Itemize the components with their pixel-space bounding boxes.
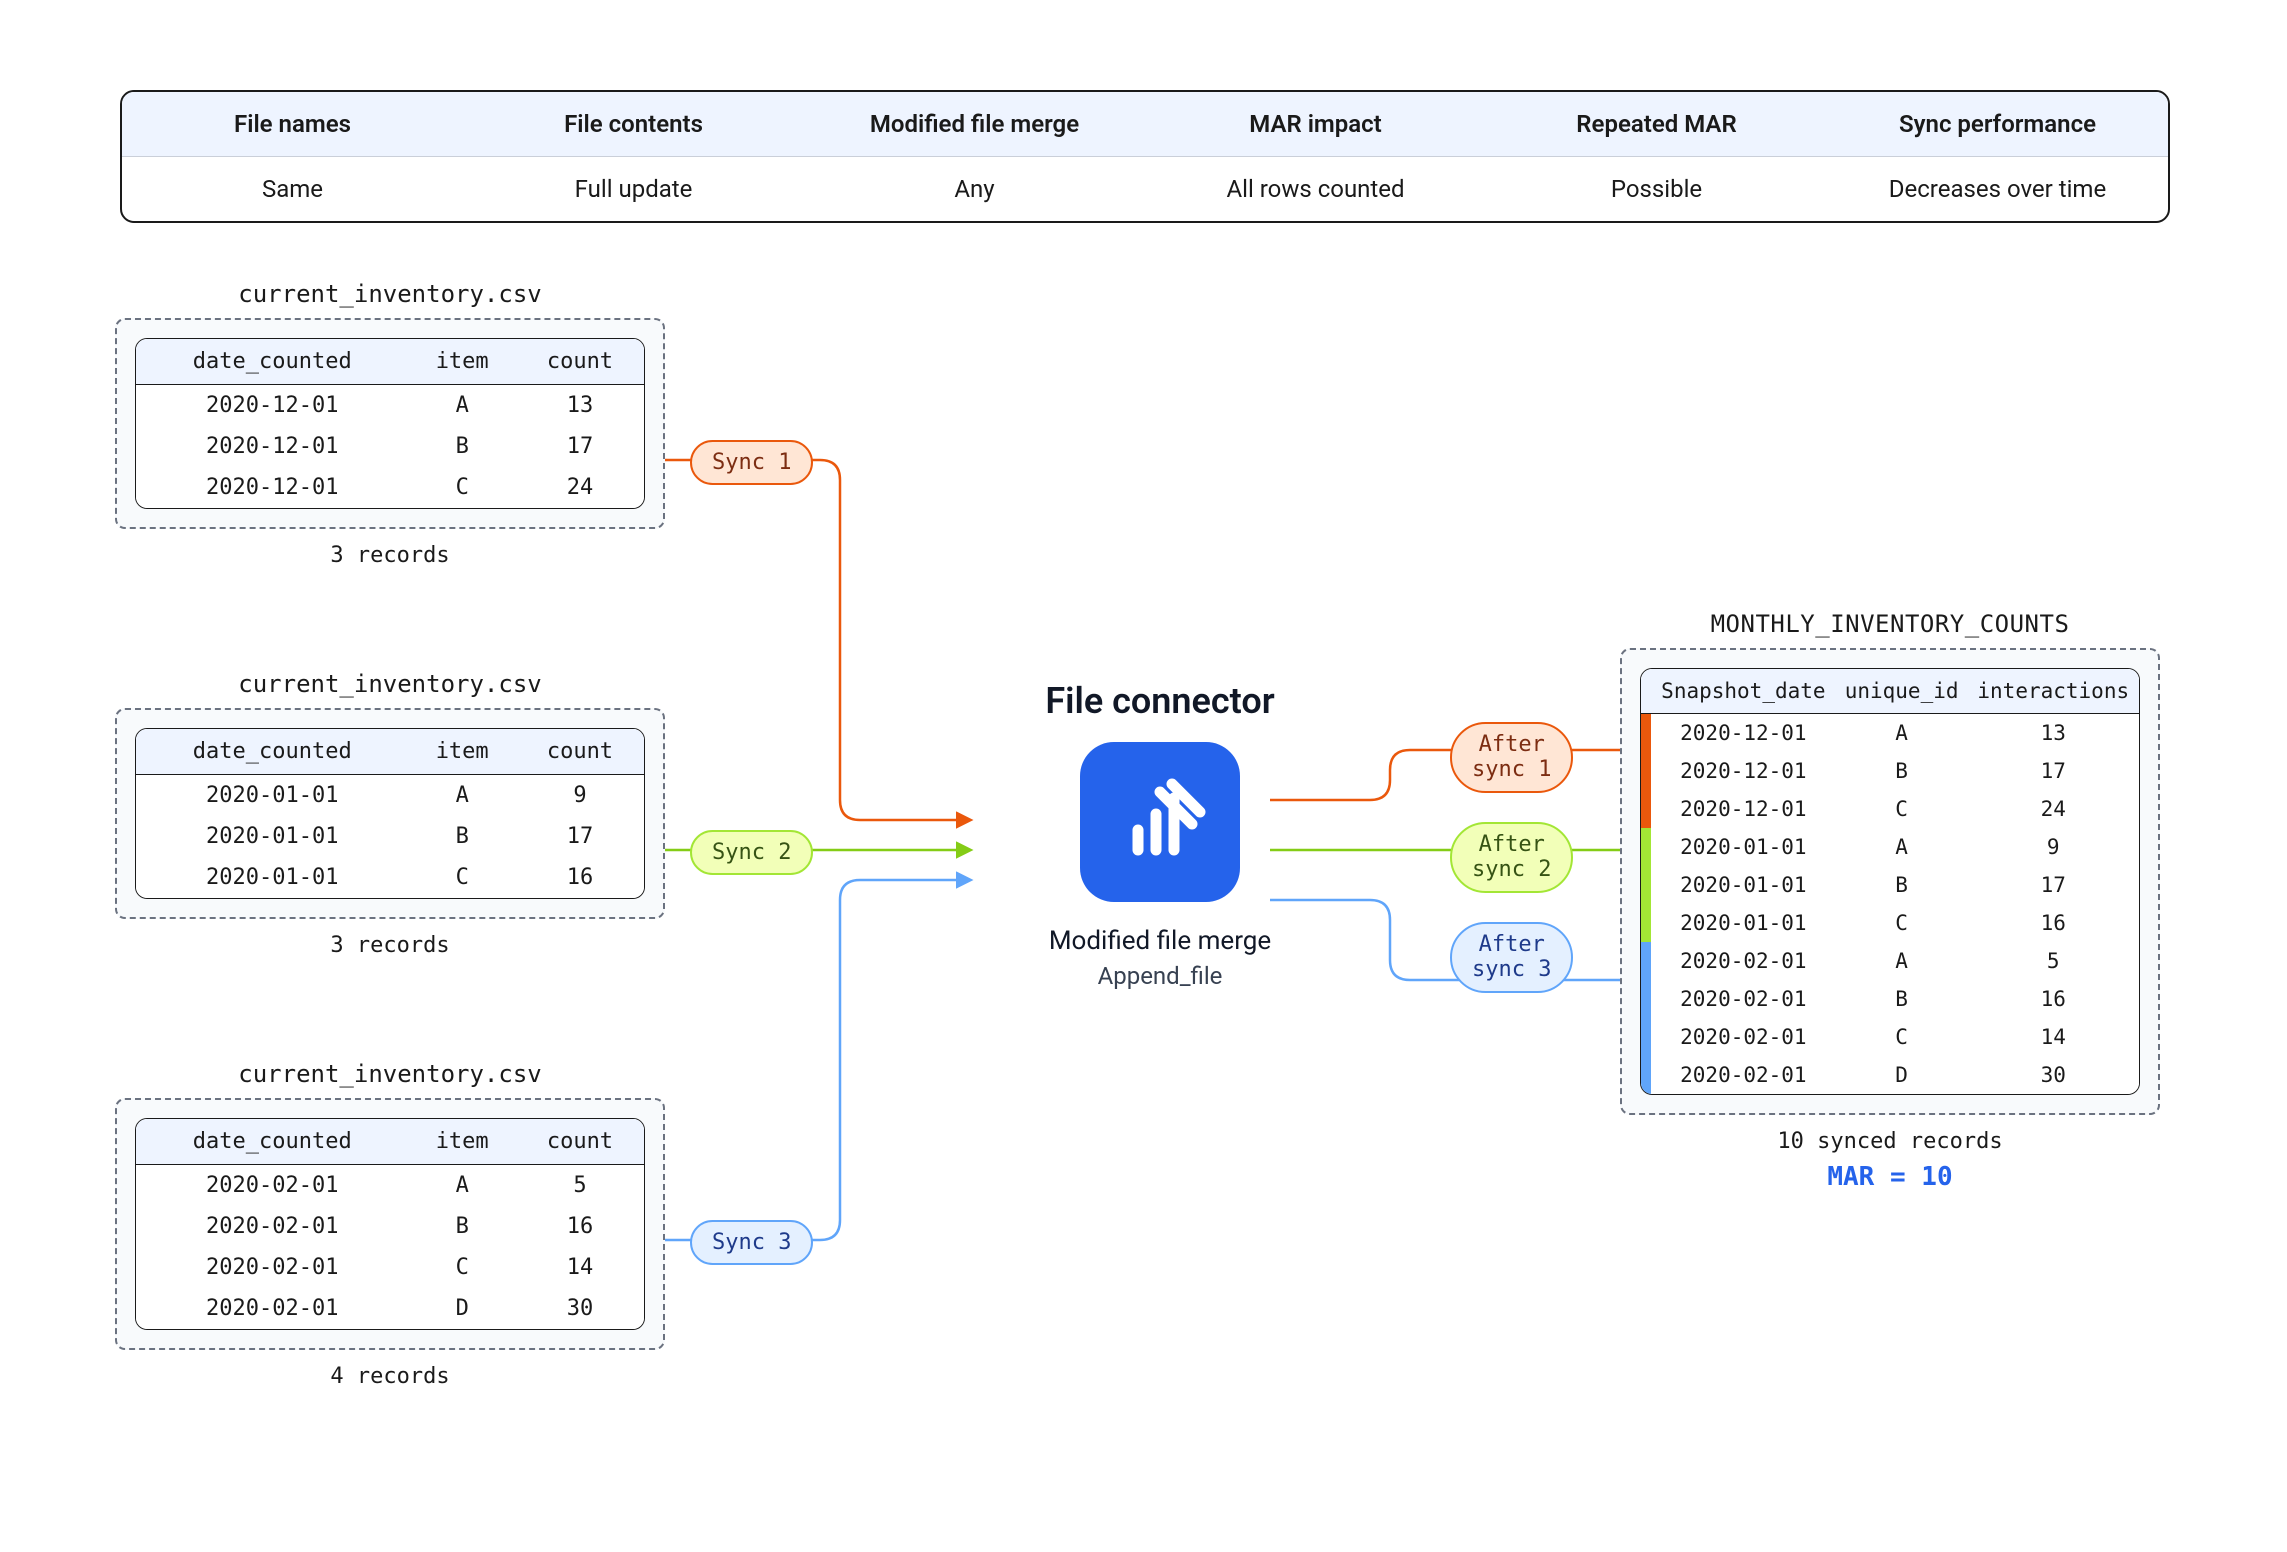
record-count: 3 records bbox=[115, 933, 665, 958]
sync-3-badge: Sync 3 bbox=[690, 1220, 813, 1265]
merge-mode-value: Append_file bbox=[980, 962, 1340, 990]
file-connector: File connector Modified file merge Appen… bbox=[980, 680, 1340, 990]
table-header-row: File names File contents Modified file m… bbox=[122, 92, 2168, 157]
table-row: 2020-12-01B17 bbox=[136, 426, 644, 467]
table-row: 2020-12-01B17 bbox=[1641, 752, 2139, 790]
cell: Same bbox=[122, 157, 463, 221]
output-record-count: 10 synced records bbox=[1620, 1129, 2160, 1154]
table-row: 2020-02-01A5 bbox=[136, 1165, 644, 1207]
filename: current_inventory.csv bbox=[115, 670, 665, 698]
col-header: Modified file merge bbox=[804, 92, 1145, 156]
summary-table: File names File contents Modified file m… bbox=[120, 90, 2170, 223]
table-row: 2020-02-01B16 bbox=[1641, 980, 2139, 1018]
table-row: 2020-02-01D30 bbox=[1641, 1056, 2139, 1094]
merge-mode-label: Modified file merge bbox=[980, 926, 1340, 956]
cell: Full update bbox=[463, 157, 804, 221]
table-row: 2020-02-01B16 bbox=[136, 1206, 644, 1247]
source-table: date_counted item count 2020-01-01A9 202… bbox=[136, 729, 644, 898]
table-row: 2020-02-01A5 bbox=[1641, 942, 2139, 980]
table-row: 2020-12-01C24 bbox=[1641, 790, 2139, 828]
record-count: 4 records bbox=[115, 1364, 665, 1389]
output-title: MONTHLY_INVENTORY_COUNTS bbox=[1620, 610, 2160, 638]
table-row: 2020-12-01C24 bbox=[136, 467, 644, 508]
table-row: 2020-01-01C16 bbox=[136, 857, 644, 898]
output-table: Snapshot_date unique_id interactions 202… bbox=[1641, 669, 2139, 1094]
cell: Possible bbox=[1486, 157, 1827, 221]
mar-value: MAR = 10 bbox=[1620, 1162, 2160, 1192]
table-row: 2020-01-01B17 bbox=[136, 816, 644, 857]
col-header: MAR impact bbox=[1145, 92, 1486, 156]
table-row: 2020-01-01A9 bbox=[136, 775, 644, 817]
output-table-card: MONTHLY_INVENTORY_COUNTS Snapshot_date u… bbox=[1620, 610, 2160, 1192]
table-row: 2020-12-01A13 bbox=[136, 385, 644, 427]
sync-1-badge: Sync 1 bbox=[690, 440, 813, 485]
table-row: 2020-02-01C14 bbox=[136, 1247, 644, 1288]
connector-icon bbox=[1080, 742, 1240, 902]
col-header: File contents bbox=[463, 92, 804, 156]
after-sync-1-badge: After sync 1 bbox=[1450, 722, 1573, 793]
cell: Decreases over time bbox=[1827, 157, 2168, 221]
filename: current_inventory.csv bbox=[115, 1060, 665, 1088]
col-header: File names bbox=[122, 92, 463, 156]
sync-2-badge: Sync 2 bbox=[690, 830, 813, 875]
after-sync-3-badge: After sync 3 bbox=[1450, 922, 1573, 993]
table-row: 2020-01-01A9 bbox=[1641, 828, 2139, 866]
filename: current_inventory.csv bbox=[115, 280, 665, 308]
table-row: 2020-02-01C14 bbox=[1641, 1018, 2139, 1056]
col-header: Sync performance bbox=[1827, 92, 2168, 156]
table-row: 2020-01-01B17 bbox=[1641, 866, 2139, 904]
table-row: 2020-12-01A13 bbox=[1641, 714, 2139, 753]
col-header: Repeated MAR bbox=[1486, 92, 1827, 156]
table-row: 2020-02-01D30 bbox=[136, 1288, 644, 1329]
source-table: date_counted item count 2020-02-01A5 202… bbox=[136, 1119, 644, 1329]
record-count: 3 records bbox=[115, 543, 665, 568]
cell: Any bbox=[804, 157, 1145, 221]
source-file-2: current_inventory.csv date_counted item … bbox=[115, 670, 665, 958]
cell: All rows counted bbox=[1145, 157, 1486, 221]
source-file-3: current_inventory.csv date_counted item … bbox=[115, 1060, 665, 1389]
after-sync-2-badge: After sync 2 bbox=[1450, 822, 1573, 893]
connector-title: File connector bbox=[980, 680, 1340, 722]
source-file-1: current_inventory.csv date_counted item … bbox=[115, 280, 665, 568]
table-row: Same Full update Any All rows counted Po… bbox=[122, 157, 2168, 221]
table-row: 2020-01-01C16 bbox=[1641, 904, 2139, 942]
source-table: date_counted item count 2020-12-01A13 20… bbox=[136, 339, 644, 508]
